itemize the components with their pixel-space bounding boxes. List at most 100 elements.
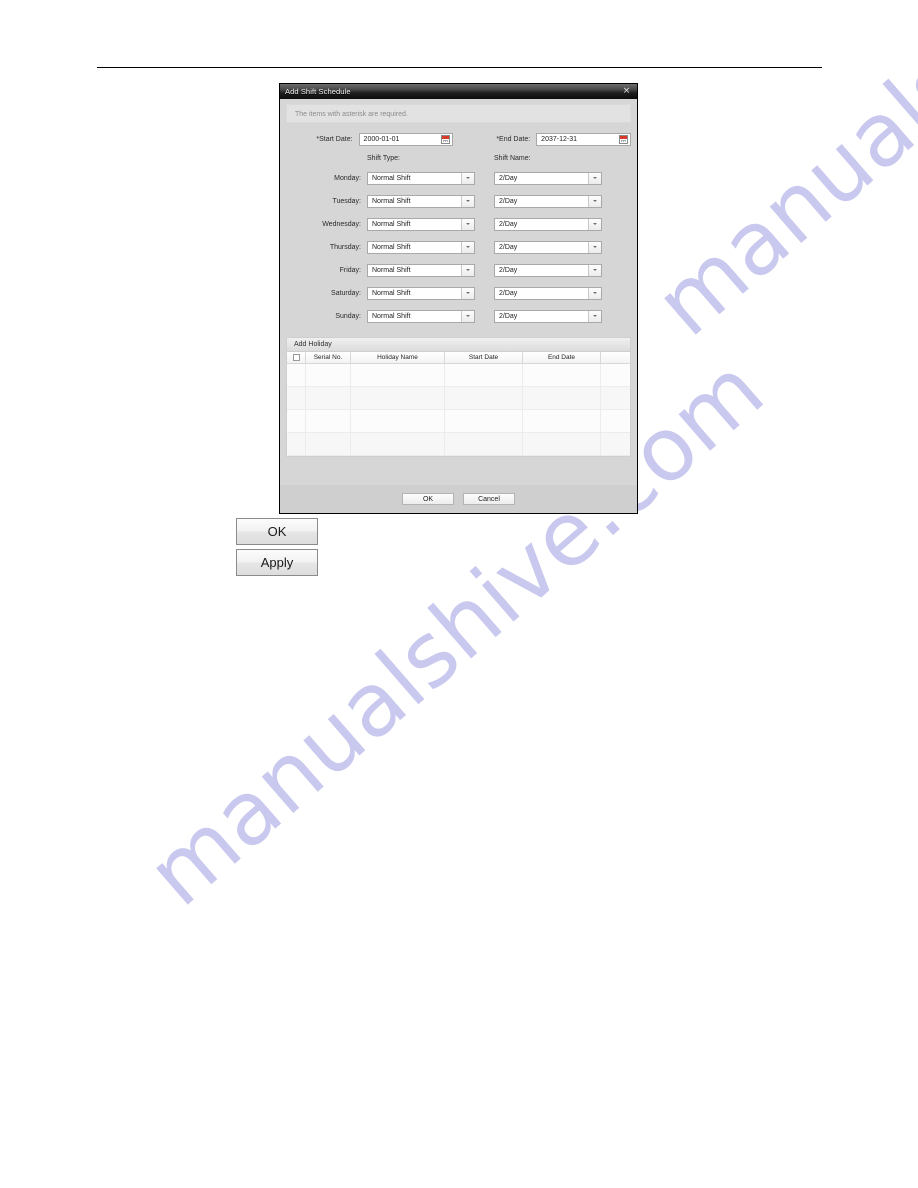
calendar-icon[interactable] bbox=[619, 134, 628, 144]
chevron-down-icon[interactable] bbox=[461, 218, 474, 230]
row-checkbox-cell[interactable] bbox=[287, 387, 306, 409]
dialog-title: Add Shift Schedule bbox=[285, 87, 351, 96]
cell-start-date bbox=[445, 364, 523, 386]
shift-name-value: 2/Day bbox=[499, 312, 518, 320]
shift-type-value: Normal Shift bbox=[372, 197, 411, 205]
shift-type-value: Normal Shift bbox=[372, 289, 411, 297]
day-label: Wednesday: bbox=[322, 220, 361, 228]
shift-name-value: 2/Day bbox=[499, 266, 518, 274]
row-checkbox-cell[interactable] bbox=[287, 364, 306, 386]
table-row[interactable] bbox=[287, 387, 630, 410]
dialog-cancel-button[interactable]: Cancel bbox=[463, 493, 515, 505]
day-row-sunday: Sunday: Normal Shift 2/Day bbox=[286, 309, 631, 323]
add-shift-schedule-dialog: Add Shift Schedule × The items with aste… bbox=[279, 83, 638, 514]
checkbox-icon bbox=[292, 354, 300, 361]
chevron-down-icon[interactable] bbox=[588, 172, 601, 184]
shift-name-header: Shift Name: bbox=[494, 155, 531, 162]
day-label: Sunday: bbox=[335, 312, 361, 320]
start-date-label: *Start Date: bbox=[316, 135, 353, 143]
cell-start-date bbox=[445, 387, 523, 409]
col-holiday-name[interactable]: Holiday Name bbox=[351, 352, 445, 363]
cell-serial-no bbox=[306, 410, 351, 432]
table-row[interactable] bbox=[287, 433, 630, 456]
shift-type-value: Normal Shift bbox=[372, 266, 411, 274]
table-row[interactable] bbox=[287, 410, 630, 433]
watermark-text: manualshive.com bbox=[636, 0, 918, 356]
cell-end-date bbox=[523, 387, 601, 409]
table-row[interactable] bbox=[287, 364, 630, 387]
start-date-input[interactable]: 2000-01-01 bbox=[358, 132, 454, 146]
chevron-down-icon[interactable] bbox=[461, 264, 474, 276]
shift-name-select-sunday[interactable]: 2/Day bbox=[494, 309, 602, 323]
cell-serial-no bbox=[306, 364, 351, 386]
holiday-table-header: Serial No. Holiday Name Start Date End D… bbox=[287, 352, 630, 364]
chevron-down-icon[interactable] bbox=[461, 172, 474, 184]
col-extra bbox=[601, 352, 630, 363]
dialog-titlebar: Add Shift Schedule × bbox=[280, 84, 637, 99]
col-start-date[interactable]: Start Date bbox=[445, 352, 523, 363]
cell-start-date bbox=[445, 433, 523, 455]
shift-name-select-wednesday[interactable]: 2/Day bbox=[494, 217, 602, 231]
chevron-down-icon[interactable] bbox=[588, 287, 601, 299]
shift-type-select-friday[interactable]: Normal Shift bbox=[367, 263, 475, 277]
shift-type-select-wednesday[interactable]: Normal Shift bbox=[367, 217, 475, 231]
cell-extra bbox=[601, 387, 630, 409]
shift-name-value: 2/Day bbox=[499, 197, 518, 205]
chevron-down-icon[interactable] bbox=[588, 310, 601, 322]
page-header-rule bbox=[97, 67, 822, 68]
cell-start-date bbox=[445, 410, 523, 432]
page-ok-button[interactable]: OK bbox=[236, 518, 318, 545]
day-label: Thursday: bbox=[329, 243, 361, 251]
chevron-down-icon[interactable] bbox=[461, 310, 474, 322]
shift-name-value: 2/Day bbox=[499, 220, 518, 228]
end-date-input[interactable]: 2037-12-31 bbox=[536, 132, 631, 146]
chevron-down-icon[interactable] bbox=[588, 195, 601, 207]
shift-name-select-tuesday[interactable]: 2/Day bbox=[494, 194, 602, 208]
shift-type-select-sunday[interactable]: Normal Shift bbox=[367, 309, 475, 323]
date-range-row: *Start Date: 2000-01-01 *End Date: 2037-… bbox=[286, 132, 631, 146]
close-icon[interactable]: × bbox=[621, 86, 632, 97]
shift-type-select-monday[interactable]: Normal Shift bbox=[367, 171, 475, 185]
calendar-icon[interactable] bbox=[441, 134, 451, 144]
select-all-checkbox[interactable] bbox=[287, 352, 306, 363]
page-apply-button[interactable]: Apply bbox=[236, 549, 318, 576]
chevron-down-icon[interactable] bbox=[588, 264, 601, 276]
chevron-down-icon[interactable] bbox=[588, 241, 601, 253]
day-row-wednesday: Wednesday: Normal Shift 2/Day bbox=[286, 217, 631, 231]
shift-name-select-monday[interactable]: 2/Day bbox=[494, 171, 602, 185]
cell-holiday-name bbox=[351, 364, 445, 386]
holiday-table: Serial No. Holiday Name Start Date End D… bbox=[286, 351, 631, 457]
chevron-down-icon[interactable] bbox=[461, 241, 474, 253]
end-date-value: 2037-12-31 bbox=[541, 135, 577, 143]
shift-name-select-saturday[interactable]: 2/Day bbox=[494, 286, 602, 300]
chevron-down-icon[interactable] bbox=[588, 218, 601, 230]
dialog-ok-button[interactable]: OK bbox=[402, 493, 454, 505]
chevron-down-icon[interactable] bbox=[461, 287, 474, 299]
day-row-monday: Monday: Normal Shift 2/Day bbox=[286, 171, 631, 185]
day-label: Tuesday: bbox=[332, 197, 361, 205]
shift-type-select-tuesday[interactable]: Normal Shift bbox=[367, 194, 475, 208]
day-label: Monday: bbox=[334, 174, 361, 182]
shift-type-select-thursday[interactable]: Normal Shift bbox=[367, 240, 475, 254]
row-checkbox-cell[interactable] bbox=[287, 410, 306, 432]
day-row-saturday: Saturday: Normal Shift 2/Day bbox=[286, 286, 631, 300]
dialog-footer: OK Cancel bbox=[280, 485, 637, 513]
chevron-down-icon[interactable] bbox=[461, 195, 474, 207]
cell-holiday-name bbox=[351, 433, 445, 455]
shift-type-value: Normal Shift bbox=[372, 312, 411, 320]
day-row-tuesday: Tuesday: Normal Shift 2/Day bbox=[286, 194, 631, 208]
shift-name-value: 2/Day bbox=[499, 243, 518, 251]
col-end-date[interactable]: End Date bbox=[523, 352, 601, 363]
shift-type-value: Normal Shift bbox=[372, 243, 411, 251]
row-checkbox-cell[interactable] bbox=[287, 433, 306, 455]
shift-name-select-friday[interactable]: 2/Day bbox=[494, 263, 602, 277]
day-label: Friday: bbox=[339, 266, 361, 274]
day-label: Saturday: bbox=[331, 289, 361, 297]
col-serial-no[interactable]: Serial No. bbox=[306, 352, 351, 363]
shift-name-select-thursday[interactable]: 2/Day bbox=[494, 240, 602, 254]
shift-type-header: Shift Type: bbox=[367, 155, 400, 162]
shift-type-select-saturday[interactable]: Normal Shift bbox=[367, 286, 475, 300]
shift-name-value: 2/Day bbox=[499, 174, 518, 182]
shift-type-value: Normal Shift bbox=[372, 174, 411, 182]
